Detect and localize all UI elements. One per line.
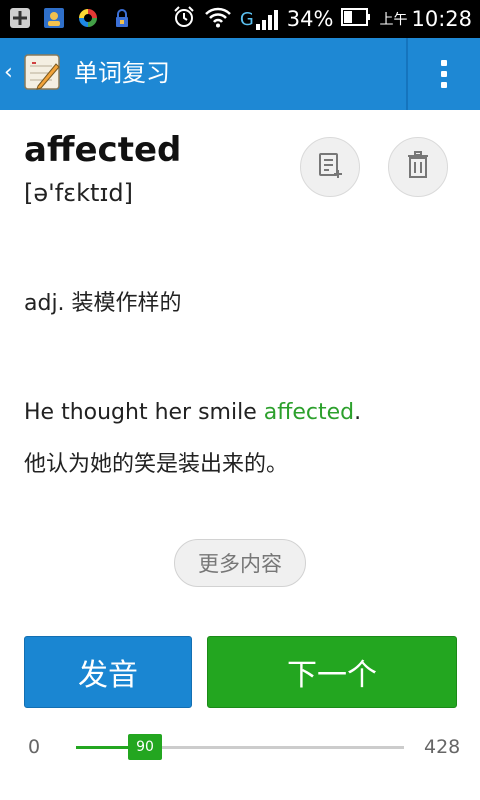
progress-min-label: 0 xyxy=(28,736,41,758)
back-chevron-icon[interactable]: ‹ xyxy=(4,62,13,84)
delete-word-button[interactable] xyxy=(388,137,448,197)
sync-app-icon xyxy=(76,6,100,30)
battery-icon xyxy=(341,7,371,31)
contact-app-icon xyxy=(42,6,66,30)
word-definition: adj. 装模作样的 xyxy=(24,291,182,316)
more-content-button[interactable]: 更多内容 xyxy=(174,539,306,587)
alarm-icon xyxy=(172,5,196,34)
progress-thumb[interactable]: 90 xyxy=(128,734,162,760)
progress-slider[interactable]: 90 xyxy=(76,734,404,760)
pronounce-button[interactable]: 发音 xyxy=(24,636,192,708)
status-bar: G 34% 上午 10:28 xyxy=(0,0,480,38)
app-logo-icon[interactable] xyxy=(22,52,62,92)
add-note-icon xyxy=(315,150,345,184)
clock-time: 10:28 xyxy=(411,7,472,31)
trash-icon xyxy=(404,150,432,184)
add-to-wordbook-button[interactable] xyxy=(300,137,360,197)
notification-add-icon xyxy=(8,6,32,30)
word-title: affected xyxy=(24,130,182,170)
word-phonetic: [ə'fɛktɪd] xyxy=(24,179,133,207)
wifi-icon xyxy=(204,6,232,33)
progress-max-label: 428 xyxy=(424,736,461,758)
menu-dot-icon xyxy=(441,71,447,77)
example-text-after: . xyxy=(354,400,362,425)
example-translation: 他认为她的笑是装出来的。 xyxy=(24,452,289,477)
notification-icons xyxy=(8,6,134,30)
menu-dot-icon xyxy=(441,82,447,88)
battery-percent: 34% xyxy=(286,7,334,31)
example-text-before: He thought her smile xyxy=(24,400,264,425)
overflow-menu-button[interactable] xyxy=(408,38,480,110)
page-title: 单词复习 xyxy=(74,59,170,87)
status-indicators: G 34% 上午 10:28 xyxy=(172,4,472,34)
menu-dot-icon xyxy=(441,60,447,66)
network-type-label: G xyxy=(239,9,254,30)
action-bar: ‹ 单词复习 xyxy=(0,38,480,110)
example-sentence: He thought her smile affected. xyxy=(24,400,361,425)
clock-ampm: 上午 xyxy=(379,12,408,28)
signal-icon: G xyxy=(240,8,279,30)
example-highlight: affected xyxy=(263,400,355,425)
lock-app-icon xyxy=(110,6,134,30)
next-word-button[interactable]: 下一个 xyxy=(207,636,457,708)
